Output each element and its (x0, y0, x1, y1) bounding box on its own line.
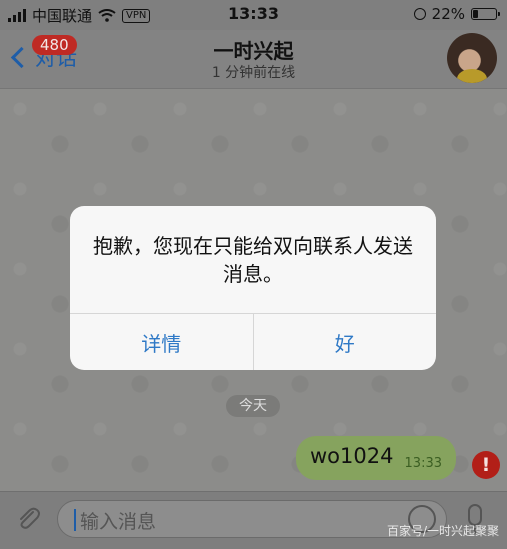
status-bar: 中国联通 VPN 13:33 22% (0, 0, 507, 30)
input-bar: 输入消息 百家号/一时兴起聚聚 (0, 491, 507, 549)
battery-icon (471, 8, 500, 20)
message-text: wo1024 (310, 444, 394, 468)
alert-actions: 详情 好 (70, 313, 436, 370)
alert-message: 抱歉，您现在只能给双向联系人发送消息。 (93, 234, 413, 286)
last-seen-status: 1 分钟前在线 (211, 65, 296, 81)
battery-percent: 22% (431, 5, 465, 23)
alert-dialog: 抱歉，您现在只能给双向联系人发送消息。 详情 好 (70, 206, 436, 370)
details-button[interactable]: 详情 (70, 314, 253, 370)
chat-title[interactable]: 一时兴起 (0, 35, 507, 64)
attachment-icon[interactable] (14, 504, 42, 532)
ok-button[interactable]: 好 (252, 314, 437, 370)
watermark: 百家号/一时兴起聚聚 (386, 524, 499, 538)
contact-avatar[interactable] (447, 33, 497, 83)
nav-bar: 对话 480 一时兴起 1 分钟前在线 (0, 30, 507, 89)
orientation-lock-icon (413, 8, 426, 20)
message-input-placeholder: 输入消息 (80, 511, 157, 533)
send-failed-icon[interactable]: ! (472, 451, 500, 479)
message-time: 13:33 (404, 456, 442, 471)
unread-badge: 480 (32, 35, 77, 55)
status-right: 22% (413, 5, 500, 23)
text-caret (74, 509, 76, 531)
date-separator: 今天 (226, 395, 280, 417)
outgoing-message-bubble[interactable]: wo1024 13:33 (296, 436, 456, 480)
